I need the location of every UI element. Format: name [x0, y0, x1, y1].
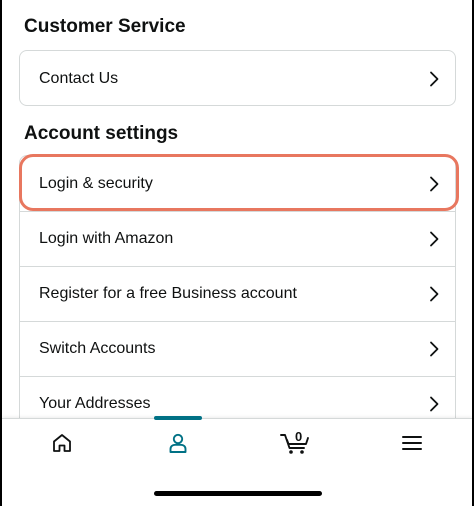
switch-accounts-label: Switch Accounts — [39, 340, 156, 357]
register-business-label: Register for a free Business account — [39, 285, 297, 302]
contact-us-row[interactable]: Contact Us — [20, 51, 455, 106]
switch-accounts-row[interactable]: Switch Accounts — [20, 321, 455, 376]
cart-count-badge: 0 — [295, 429, 303, 444]
login-with-amazon-row[interactable]: Login with Amazon — [20, 211, 455, 266]
account-settings-card: Login & security Login with Amazon Regis… — [19, 155, 456, 455]
chevron-right-icon — [429, 396, 439, 412]
menu-icon — [400, 433, 424, 458]
account-settings-heading: Account settings — [24, 123, 179, 144]
chevron-right-icon — [429, 286, 439, 302]
chevron-right-icon — [429, 341, 439, 357]
app-screen: Customer Service Contact Us Account sett… — [2, 0, 472, 506]
contact-us-label: Contact Us — [39, 69, 119, 87]
chevron-right-icon — [429, 176, 439, 192]
register-business-row[interactable]: Register for a free Business account — [20, 266, 455, 321]
customer-service-card: Contact Us — [19, 50, 456, 106]
chevron-right-icon — [429, 231, 439, 247]
login-with-amazon-label: Login with Amazon — [39, 230, 174, 247]
nav-cart-button[interactable]: 0 — [255, 419, 335, 471]
login-security-label: Login & security — [39, 174, 153, 192]
customer-service-heading: Customer Service — [24, 16, 186, 37]
your-addresses-label: Your Addresses — [39, 395, 151, 412]
nav-profile-button[interactable] — [138, 419, 218, 471]
person-icon — [166, 431, 190, 460]
login-security-row[interactable]: Login & security — [20, 156, 455, 211]
home-indicator — [154, 491, 322, 496]
nav-menu-button[interactable] — [372, 419, 452, 471]
nav-home-button[interactable] — [22, 419, 102, 471]
chevron-right-icon — [429, 71, 439, 87]
home-icon — [50, 431, 74, 460]
